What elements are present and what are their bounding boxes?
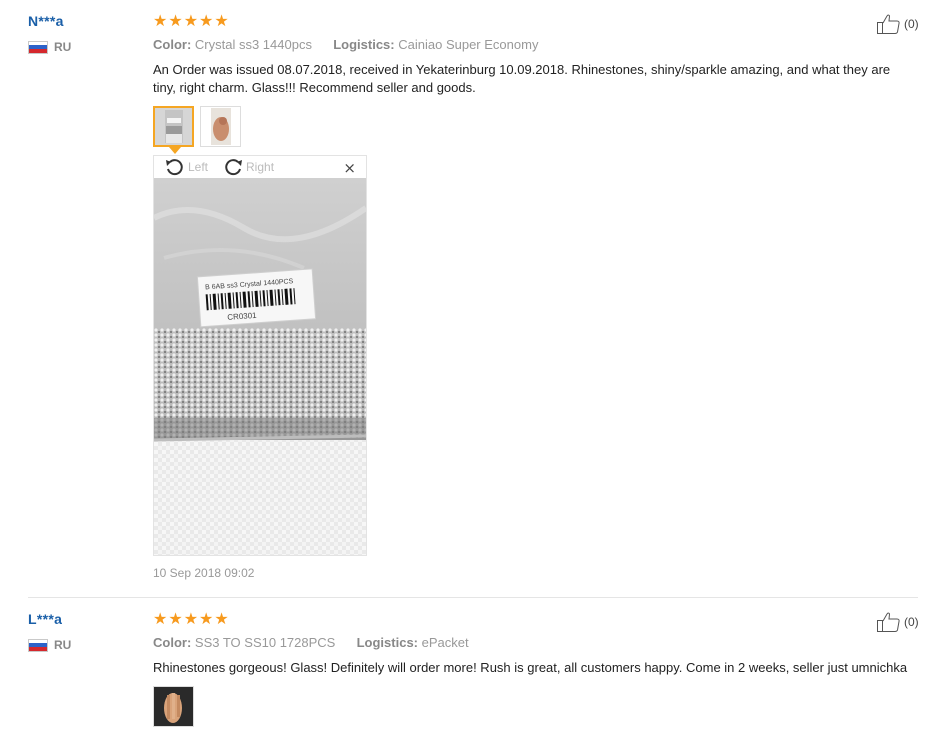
thumbs-up-icon	[877, 612, 900, 632]
star-rating: ★ ★ ★ ★ ★	[153, 13, 229, 29]
order-info: Color: Crystal ss3 1440pcs Logistics: Ca…	[153, 37, 538, 52]
rotate-left-label: Left	[188, 160, 209, 174]
helpful-count: (0)	[904, 615, 919, 629]
review-photo-thumbnail[interactable]	[200, 106, 241, 147]
order-info: Color: SS3 TO SS10 1728PCS Logistics: eP…	[153, 635, 469, 650]
logistics-value: Cainiao Super Economy	[398, 37, 539, 52]
star-icon: ★	[199, 609, 214, 628]
country-code: RU	[54, 638, 72, 652]
rotate-right-button[interactable]: Right	[222, 157, 274, 177]
reviewer-country: RU	[28, 40, 71, 54]
russia-flag-icon	[28, 40, 48, 54]
color-value: Crystal ss3 1440pcs	[194, 37, 312, 52]
color-value: SS3 TO SS10 1728PCS	[194, 635, 336, 650]
photo-viewer: Left Right × B 6AB ss3 Crystal 1440PCS C…	[153, 155, 367, 556]
review-item: N***a RU ★ ★ ★ ★ ★ Color: Crystal ss3 14…	[0, 0, 945, 597]
review-date: 10 Sep 2018 09:02	[153, 566, 255, 580]
hand-photo-thumb	[201, 107, 240, 146]
thumbs-up-icon	[877, 14, 900, 34]
review-text: Rhinestones gorgeous! Glass! Definitely …	[153, 660, 908, 675]
country-code: RU	[54, 40, 72, 54]
logistics-value: ePacket	[421, 635, 469, 650]
star-icon: ★	[153, 11, 168, 30]
logistics-label: Logistics:	[356, 635, 419, 650]
review-photo-large[interactable]: B 6AB ss3 Crystal 1440PCS CR0301	[154, 178, 366, 555]
review-item: L***a RU ★ ★ ★ ★ ★ Color: SS3 TO SS10 17…	[0, 598, 945, 742]
star-icon: ★	[168, 11, 183, 30]
helpful-count: (0)	[904, 17, 919, 31]
reviewer-name: L***a	[28, 611, 63, 627]
star-icon: ★	[153, 609, 168, 628]
star-rating: ★ ★ ★ ★ ★	[153, 611, 229, 627]
rotate-right-label: Right	[246, 160, 275, 174]
selected-indicator	[169, 147, 181, 154]
star-icon: ★	[183, 11, 199, 30]
helpful-button[interactable]: (0)	[876, 611, 919, 633]
reviewer-country: RU	[28, 638, 71, 652]
reviewer-name: N***a	[28, 13, 64, 29]
rhinestone-bag-image: B 6AB ss3 Crystal 1440PCS CR0301	[154, 178, 366, 555]
star-icon: ★	[183, 609, 199, 628]
close-icon[interactable]: ×	[343, 159, 356, 177]
star-icon: ★	[214, 609, 229, 628]
rotate-right-icon	[225, 159, 243, 176]
color-label: Color:	[153, 635, 192, 650]
review-photo-thumbnail[interactable]	[153, 106, 194, 147]
hand-photo-thumb	[154, 687, 193, 726]
logistics-label: Logistics:	[333, 37, 395, 52]
rotate-left-button[interactable]: Left	[164, 157, 208, 177]
review-text: An Order was issued 08.07.2018, received…	[153, 62, 891, 95]
star-icon: ★	[214, 11, 229, 30]
russia-flag-icon	[28, 638, 48, 652]
star-icon: ★	[199, 11, 214, 30]
helpful-button[interactable]: (0)	[876, 13, 919, 35]
rotate-left-icon	[166, 159, 183, 176]
star-icon: ★	[168, 609, 183, 628]
review-photo-thumbnail[interactable]	[153, 686, 194, 727]
color-label: Color:	[153, 37, 192, 52]
bag-photo-thumb	[155, 108, 192, 145]
viewer-toolbar: Left Right ×	[154, 156, 366, 178]
